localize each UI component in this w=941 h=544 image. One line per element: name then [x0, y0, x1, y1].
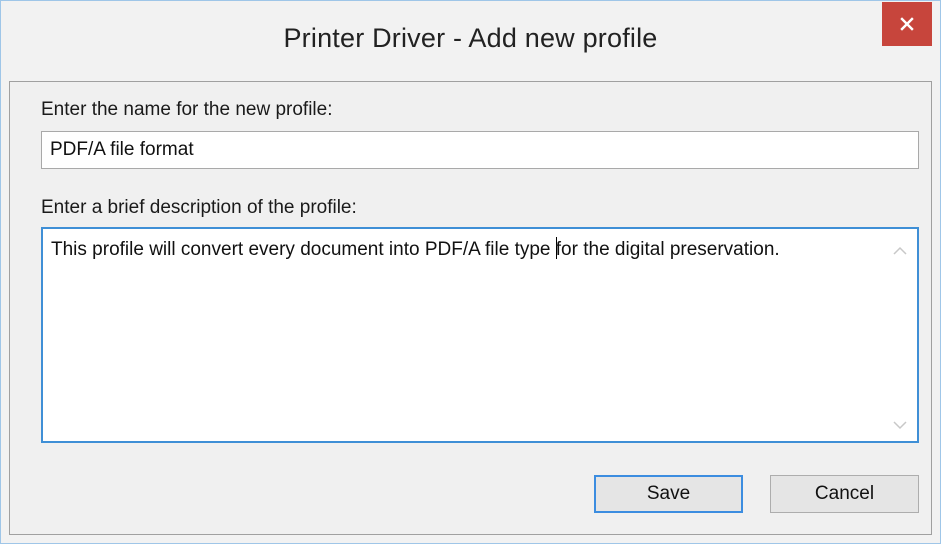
vertical-scrollbar[interactable] [883, 229, 917, 441]
cancel-button[interactable]: Cancel [770, 475, 919, 513]
description-text-before-caret: This profile will convert every document… [51, 239, 556, 260]
profile-description-label: Enter a brief description of the profile… [41, 197, 357, 218]
close-button[interactable] [882, 2, 932, 46]
description-text-after-caret: for the digital preservation. [555, 239, 780, 260]
scroll-down-arrow-icon[interactable] [892, 417, 908, 430]
profile-description-textarea[interactable]: This profile will convert every document… [41, 227, 919, 443]
dialog-window: Printer Driver - Add new profile Enter t… [0, 0, 941, 544]
description-text: This profile will convert every document… [51, 237, 877, 262]
profile-name-input[interactable] [41, 131, 919, 169]
profile-name-label: Enter the name for the new profile: [41, 99, 333, 120]
window-title: Printer Driver - Add new profile [283, 23, 658, 53]
title-bar[interactable]: Printer Driver - Add new profile [1, 1, 940, 81]
save-button[interactable]: Save [594, 475, 743, 513]
close-icon [900, 17, 914, 31]
scroll-up-arrow-icon[interactable] [892, 243, 908, 255]
